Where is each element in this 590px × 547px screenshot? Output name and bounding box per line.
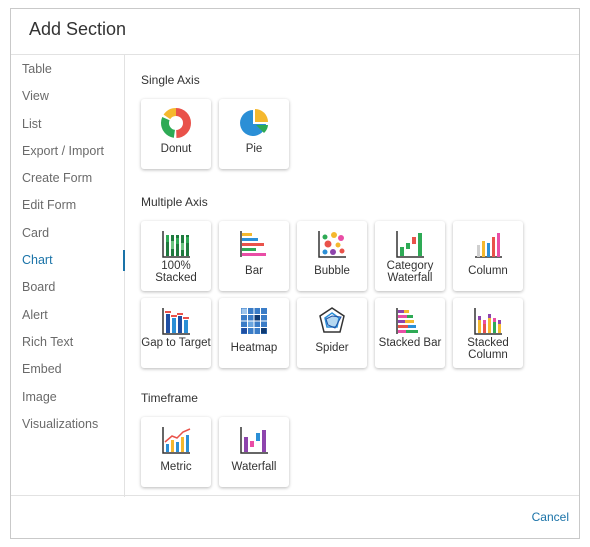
- sidebar-item-table[interactable]: Table: [11, 56, 124, 83]
- sidebar-item-export-import[interactable]: Export / Import: [11, 138, 124, 165]
- pie-chart-icon: [240, 109, 268, 136]
- spider-chart-icon: [319, 307, 345, 333]
- section-type-sidebar: Table View List Export / Import Create F…: [11, 55, 125, 497]
- waterfall-chart-icon: [240, 427, 268, 454]
- category-waterfall-tile[interactable]: Category Waterfall: [375, 221, 445, 291]
- sidebar-item-create-form[interactable]: Create Form: [11, 165, 124, 192]
- heatmap-icon: [241, 308, 267, 334]
- sidebar-item-board[interactable]: Board: [11, 274, 124, 301]
- bar-tile[interactable]: Bar: [219, 221, 289, 291]
- sidebar-item-chart[interactable]: Chart: [11, 247, 125, 274]
- stacked-100-tile[interactable]: 100% Stacked: [141, 221, 211, 291]
- timeframe-heading: Timeframe: [141, 391, 198, 405]
- stacked-bar-icon: [396, 308, 418, 334]
- tile-label: Column: [468, 265, 508, 277]
- multiple-axis-heading: Multiple Axis: [141, 195, 208, 209]
- category-waterfall-icon: [396, 231, 424, 258]
- tile-label: Donut: [160, 143, 192, 155]
- donut-chart-icon: [161, 108, 191, 138]
- tile-label: Heatmap: [230, 342, 278, 354]
- sidebar-item-visualizations[interactable]: Visualizations: [11, 411, 124, 438]
- tile-label: Stacked Column: [467, 337, 509, 361]
- tile-label: 100% Stacked: [155, 260, 197, 284]
- column-chart-icon: [475, 233, 502, 258]
- sidebar-item-list[interactable]: List: [11, 111, 124, 138]
- dialog-header: Add Section: [11, 9, 579, 55]
- stacked-column-tile[interactable]: Stacked Column: [453, 298, 523, 368]
- column-tile[interactable]: Column: [453, 221, 523, 291]
- cancel-button[interactable]: Cancel: [532, 510, 569, 524]
- metric-tile[interactable]: Metric: [141, 417, 211, 487]
- tile-label: Waterfall: [231, 461, 277, 473]
- sidebar-item-card[interactable]: Card: [11, 220, 124, 247]
- bubble-tile[interactable]: Bubble: [297, 221, 367, 291]
- tile-label: Category Waterfall: [386, 260, 434, 284]
- single-axis-heading: Single Axis: [141, 73, 200, 87]
- sidebar-item-edit-form[interactable]: Edit Form: [11, 192, 124, 219]
- tile-label: Pie: [245, 143, 263, 155]
- tile-label: Spider: [315, 342, 349, 354]
- tile-label: Bar: [245, 265, 263, 277]
- stacked-100-icon: [162, 231, 190, 258]
- sidebar-item-alert[interactable]: Alert: [11, 302, 124, 329]
- sidebar-item-view[interactable]: View: [11, 83, 124, 110]
- dialog-footer: Cancel: [11, 495, 579, 538]
- tile-label: Gap to Target: [141, 337, 211, 349]
- stacked-bar-tile[interactable]: Stacked Bar: [375, 298, 445, 368]
- donut-tile[interactable]: Donut: [141, 99, 211, 169]
- gap-to-target-icon: [162, 308, 190, 335]
- bubble-chart-icon: [318, 231, 346, 258]
- bar-chart-icon: [240, 231, 266, 257]
- heatmap-tile[interactable]: Heatmap: [219, 298, 289, 368]
- chart-options-panel: Single Axis Donut Pie Multiple Axis 100%…: [141, 55, 579, 497]
- add-section-dialog: Add Section Table View List Export / Imp…: [10, 8, 580, 539]
- dialog-body: Table View List Export / Import Create F…: [11, 55, 579, 497]
- tile-label: Metric: [160, 461, 192, 473]
- metric-chart-icon: [162, 427, 191, 454]
- pie-tile[interactable]: Pie: [219, 99, 289, 169]
- tile-label: Bubble: [314, 265, 350, 277]
- dialog-title: Add Section: [29, 19, 127, 39]
- spider-tile[interactable]: Spider: [297, 298, 367, 368]
- sidebar-item-embed[interactable]: Embed: [11, 356, 124, 383]
- waterfall-tile[interactable]: Waterfall: [219, 417, 289, 487]
- sidebar-item-rich-text[interactable]: Rich Text: [11, 329, 124, 356]
- stacked-column-icon: [474, 308, 502, 335]
- sidebar-item-image[interactable]: Image: [11, 384, 124, 411]
- gap-to-target-tile[interactable]: Gap to Target: [141, 298, 211, 368]
- tile-label: Stacked Bar: [378, 337, 442, 349]
